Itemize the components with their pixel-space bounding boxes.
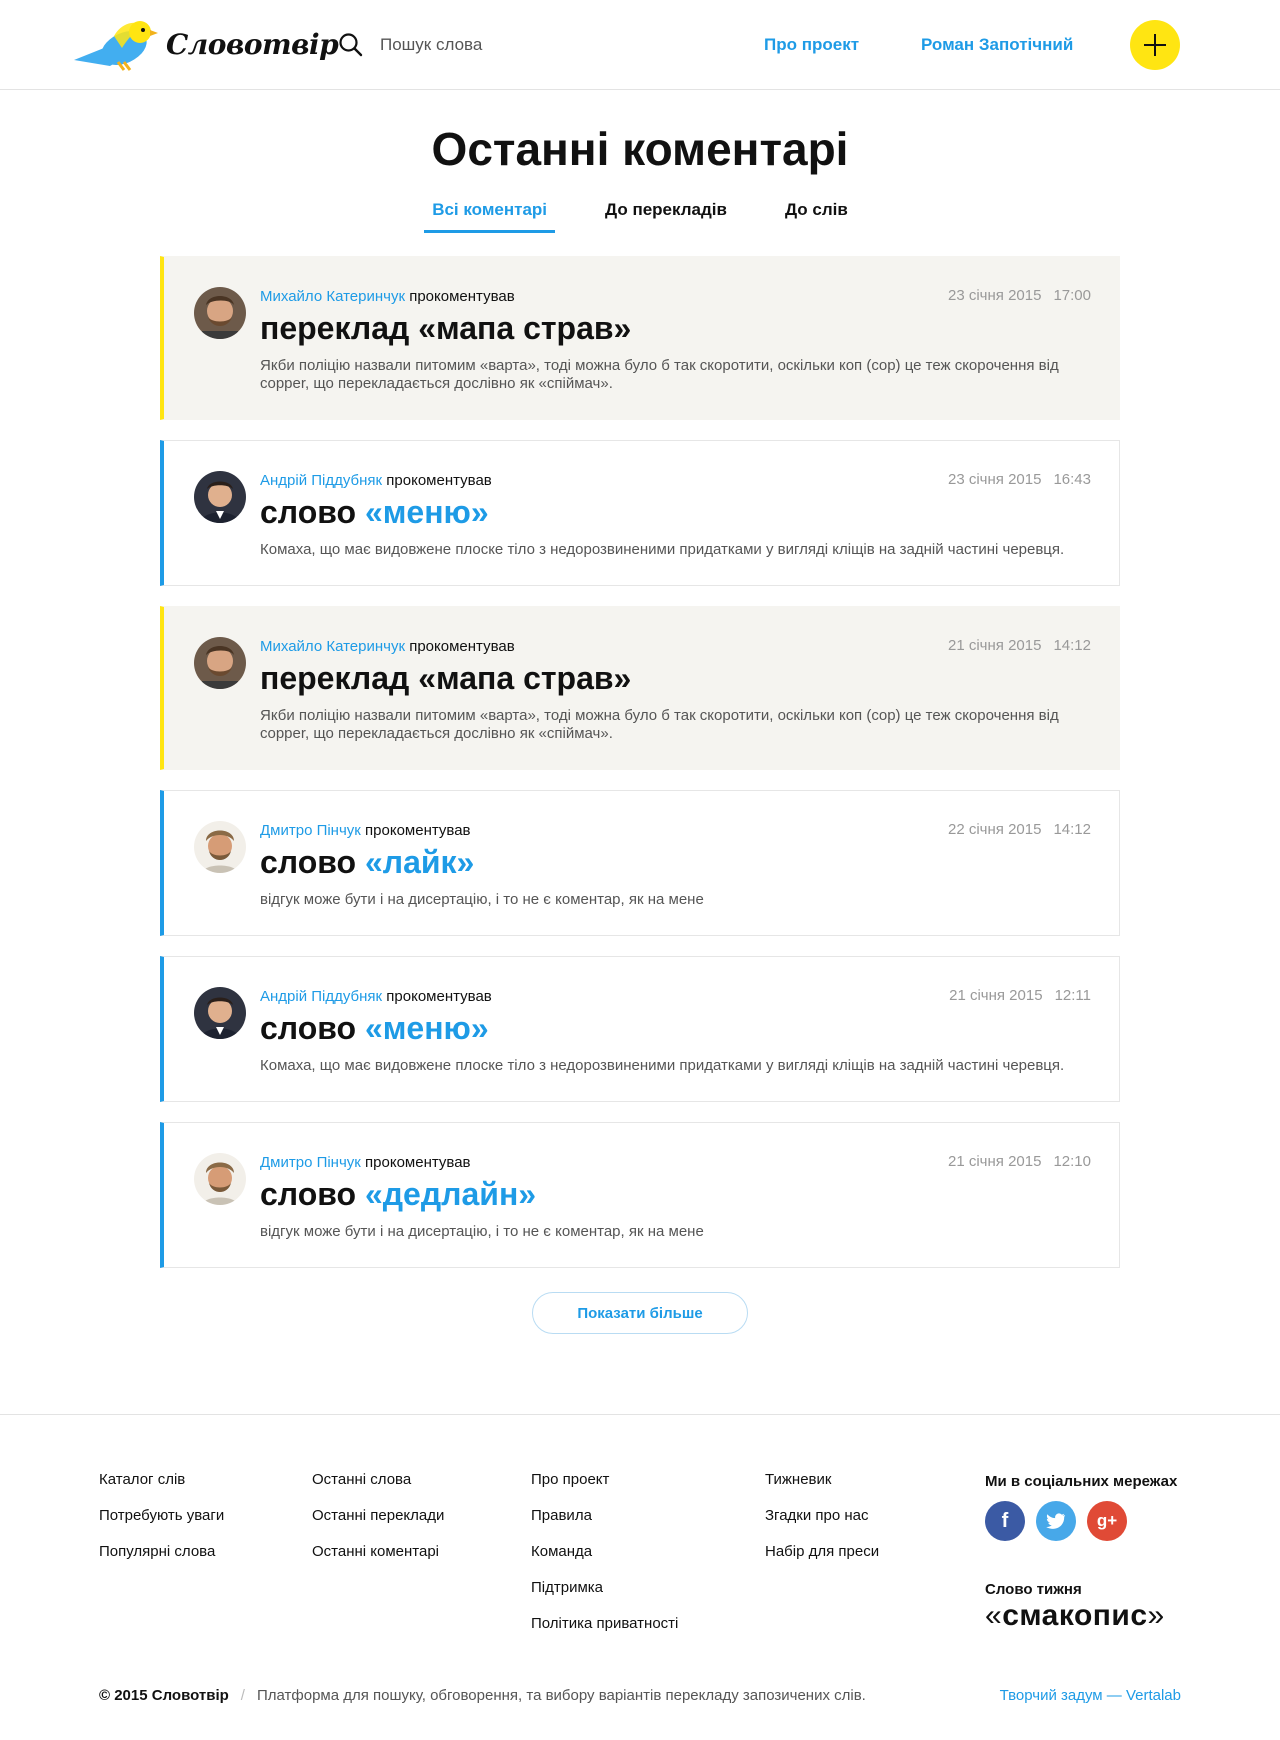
- comment-author[interactable]: Дмитро Пінчук: [260, 822, 361, 839]
- credit-link[interactable]: Творчий задум — Vertalab: [1000, 1687, 1181, 1704]
- avatar[interactable]: [194, 1153, 246, 1205]
- facebook-icon[interactable]: f: [985, 1501, 1025, 1541]
- logo[interactable]: Словотвір: [74, 14, 339, 74]
- footer-link[interactable]: Підтримка: [531, 1579, 678, 1597]
- comment-date: 23 січня 2015 17:00: [948, 287, 1091, 304]
- avatar-mykhailo-icon: [194, 637, 246, 689]
- tab-translations[interactable]: До перекладів: [597, 198, 735, 233]
- avatar[interactable]: [194, 471, 246, 523]
- footer-col-about: Про проект Правила Команда Підтримка Пол…: [531, 1471, 678, 1651]
- tab-all-comments[interactable]: Всі коментарі: [424, 198, 556, 233]
- footer-link[interactable]: Команда: [531, 1543, 678, 1561]
- word-of-week-label: Слово тижня: [985, 1581, 1082, 1598]
- footer-link[interactable]: Правила: [531, 1507, 678, 1525]
- search-icon[interactable]: [338, 32, 364, 58]
- show-more-button[interactable]: Показати більше: [532, 1292, 748, 1334]
- comment-subject[interactable]: слово «меню»: [260, 1009, 1091, 1047]
- comment-excerpt: Комаха, що має видовжене плоске тіло з н…: [260, 1057, 1065, 1074]
- comment-subject[interactable]: слово «лайк»: [260, 843, 1091, 881]
- footer-link[interactable]: Останні слова: [312, 1471, 444, 1489]
- comment-author[interactable]: Дмитро Пінчук: [260, 1154, 361, 1171]
- twitter-icon[interactable]: [1036, 1501, 1076, 1541]
- comments-list: Михайло Катеринчук прокоментував 23 січн…: [160, 256, 1120, 1288]
- footer-link[interactable]: Про проект: [531, 1471, 678, 1489]
- comment-card[interactable]: Андрій Піддубняк прокоментував 23 січня …: [160, 440, 1120, 586]
- footer-col-latest: Останні слова Останні переклади Останні …: [312, 1471, 444, 1579]
- page-title: Останні коментарі: [431, 123, 849, 175]
- logo-text: Словотвір: [166, 27, 339, 61]
- comment-subject[interactable]: переклад «мапа страв»: [260, 309, 1091, 347]
- social-links: f g+: [985, 1501, 1138, 1541]
- plus-icon: [1144, 34, 1166, 56]
- footer-link[interactable]: Тижневик: [765, 1471, 879, 1489]
- comment-card[interactable]: Михайло Катеринчук прокоментував 21 січн…: [160, 606, 1120, 770]
- comment-card[interactable]: Михайло Катеринчук прокоментував 23 січн…: [160, 256, 1120, 420]
- comment-action: прокоментував: [386, 988, 492, 1005]
- tab-words[interactable]: До слів: [777, 198, 856, 233]
- comment-card[interactable]: Дмитро Пінчук прокоментував 21 січня 201…: [160, 1122, 1120, 1268]
- comment-subject[interactable]: слово «дедлайн»: [260, 1175, 1091, 1213]
- comment-tabs: Всі коментарі До перекладів До слів: [0, 198, 1280, 233]
- footer-col-press: Тижневик Згадки про нас Набір для преси: [765, 1471, 879, 1579]
- comment-action: прокоментував: [365, 1154, 471, 1171]
- avatar-andrii-icon: [194, 987, 246, 1039]
- comment-subject[interactable]: переклад «мапа страв»: [260, 659, 1091, 697]
- avatar[interactable]: [194, 821, 246, 873]
- tagline: Платформа для пошуку, обговорення, та ви…: [256, 1687, 866, 1704]
- comment-date: 21 січня 2015 14:12: [948, 637, 1091, 654]
- comment-action: прокоментував: [409, 638, 515, 655]
- footer-link[interactable]: Потребують уваги: [99, 1507, 224, 1525]
- comment-excerpt: Комаха, що має видовжене плоске тіло з н…: [260, 541, 1065, 558]
- comment-excerpt: відгук може бути і на дисертацію, і то н…: [260, 1223, 704, 1240]
- avatar-mykhailo-icon: [194, 287, 246, 339]
- avatar-andrii-icon: [194, 471, 246, 523]
- footer-link[interactable]: Останні переклади: [312, 1507, 444, 1525]
- comment-action: прокоментував: [409, 288, 515, 305]
- nav-about-link[interactable]: Про проект: [764, 35, 859, 55]
- bird-logo-icon: [74, 21, 158, 71]
- comment-action: прокоментував: [386, 472, 492, 489]
- avatar[interactable]: [194, 987, 246, 1039]
- footer-link[interactable]: Набір для преси: [765, 1543, 879, 1561]
- comment-date: 23 січня 2015 16:43: [948, 471, 1091, 488]
- comment-author[interactable]: Андрій Піддубняк: [260, 988, 382, 1005]
- comment-excerpt: відгук може бути і на дисертацію, і то н…: [260, 891, 704, 908]
- footer-link[interactable]: Останні коментарі: [312, 1543, 444, 1561]
- add-word-button[interactable]: [1130, 20, 1180, 70]
- comment-excerpt: Якби поліцію назвали питомим «варта», то…: [260, 707, 1059, 742]
- footer-link[interactable]: Згадки про нас: [765, 1507, 879, 1525]
- avatar[interactable]: [194, 637, 246, 689]
- site-footer: Каталог слів Потребують уваги Популярні …: [0, 1414, 1280, 1740]
- comment-subject[interactable]: слово «меню»: [260, 493, 1091, 531]
- search-bar: [338, 32, 640, 58]
- comment-excerpt: Якби поліцію назвали питомим «варта», то…: [260, 357, 1059, 392]
- footer-link[interactable]: Каталог слів: [99, 1471, 224, 1489]
- copyright: © 2015 Словотвір / Платформа для пошуку, о…: [99, 1687, 866, 1704]
- search-input[interactable]: [380, 35, 640, 55]
- footer-link[interactable]: Популярні слова: [99, 1543, 224, 1561]
- comment-date: 22 січня 2015 14:12: [948, 821, 1091, 838]
- nav-user-link[interactable]: Роман Запотічний: [921, 35, 1073, 55]
- comment-author[interactable]: Михайло Катеринчук: [260, 288, 405, 305]
- avatar[interactable]: [194, 287, 246, 339]
- avatar-dmytro-icon: [194, 821, 246, 873]
- avatar-dmytro-icon: [194, 1153, 246, 1205]
- footer-col-catalog: Каталог слів Потребують уваги Популярні …: [99, 1471, 224, 1579]
- word-of-week[interactable]: «смакопис»: [985, 1599, 1165, 1633]
- social-title: Ми в соціальних мережах: [985, 1473, 1178, 1490]
- comment-card[interactable]: Дмитро Пінчук прокоментував 22 січня 201…: [160, 790, 1120, 936]
- site-header: Словотвір Про проект Роман Запотічний: [0, 0, 1280, 90]
- google-plus-icon[interactable]: g+: [1087, 1501, 1127, 1541]
- comment-date: 21 січня 2015 12:11: [949, 987, 1091, 1004]
- comment-date: 21 січня 2015 12:10: [948, 1153, 1091, 1170]
- comment-author[interactable]: Андрій Піддубняк: [260, 472, 382, 489]
- comment-action: прокоментував: [365, 822, 471, 839]
- footer-link[interactable]: Політика приватності: [531, 1615, 678, 1633]
- comment-card[interactable]: Андрій Піддубняк прокоментував 21 січня …: [160, 956, 1120, 1102]
- comment-author[interactable]: Михайло Катеринчук: [260, 638, 405, 655]
